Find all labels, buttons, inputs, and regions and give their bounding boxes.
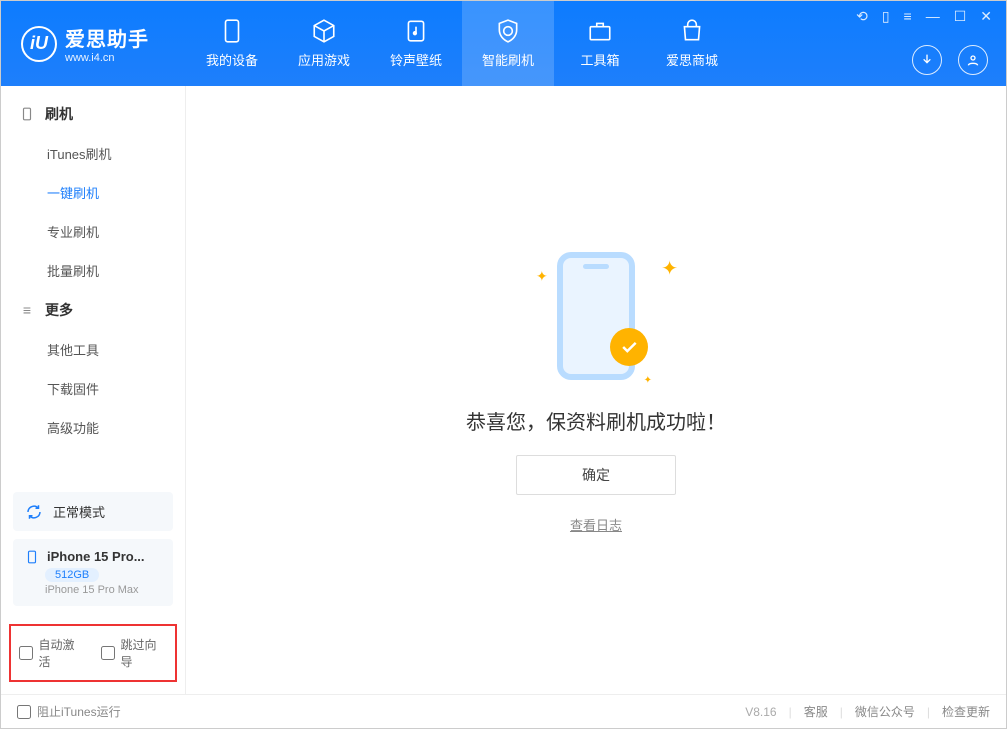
device-mode-status[interactable]: 正常模式 [13, 492, 173, 531]
sidebar-item-pro[interactable]: 专业刷机 [1, 212, 185, 251]
checkmark-badge-icon [610, 328, 648, 366]
bag-icon [679, 18, 705, 44]
app-logo: iU 爱思助手 www.i4.cn [1, 1, 186, 86]
nav-smart-flash[interactable]: 智能刷机 [462, 1, 554, 86]
close-icon[interactable]: ✕ [980, 8, 992, 25]
minimize-icon[interactable]: — [926, 8, 940, 24]
device-model: iPhone 15 Pro Max [45, 584, 161, 596]
feedback-icon[interactable]: ⟲ [856, 8, 868, 25]
more-icon: ≡ [19, 302, 35, 318]
device-icon [219, 18, 245, 44]
support-link[interactable]: 客服 [804, 703, 828, 720]
nav-ringtones[interactable]: 铃声壁纸 [370, 1, 462, 86]
version-label: V8.16 [745, 705, 776, 719]
sidebar-item-advanced[interactable]: 高级功能 [1, 408, 185, 447]
check-update-link[interactable]: 检查更新 [942, 703, 990, 720]
wechat-link[interactable]: 微信公众号 [855, 703, 915, 720]
sidebar-cat-more: ≡ 更多 [1, 290, 185, 330]
device-small-icon [25, 550, 39, 564]
app-url: www.i4.cn [65, 52, 149, 64]
view-log-link[interactable]: 查看日志 [570, 515, 622, 534]
sidebar-cat-flash: 刷机 [1, 94, 185, 134]
sidebar-item-onekey[interactable]: 一键刷机 [1, 173, 185, 212]
skip-wizard-checkbox[interactable]: 跳过向导 [101, 636, 167, 670]
user-button[interactable] [958, 45, 988, 75]
sidebar-item-download-fw[interactable]: 下载固件 [1, 369, 185, 408]
download-button[interactable] [912, 45, 942, 75]
briefcase-icon [587, 18, 613, 44]
device-card[interactable]: iPhone 15 Pro... 512GB iPhone 15 Pro Max [13, 539, 173, 606]
sparkle-icon: ✦ [661, 256, 678, 281]
sparkle-icon: ✦ [644, 375, 652, 386]
logo-icon: iU [21, 26, 57, 62]
sync-icon [25, 503, 43, 521]
maximize-icon[interactable]: ☐ [954, 8, 967, 25]
block-itunes-checkbox[interactable]: 阻止iTunes运行 [17, 703, 121, 720]
sidebar-item-other-tools[interactable]: 其他工具 [1, 330, 185, 369]
confirm-button[interactable]: 确定 [516, 455, 676, 495]
sidebar-item-batch[interactable]: 批量刷机 [1, 251, 185, 290]
cube-icon [311, 18, 337, 44]
phone-icon[interactable]: ▯ [882, 8, 890, 25]
shield-refresh-icon [495, 18, 521, 44]
app-name: 爱思助手 [65, 23, 149, 52]
music-icon [403, 18, 429, 44]
sparkle-icon: ✦ [536, 268, 548, 285]
nav-apps-games[interactable]: 应用游戏 [278, 1, 370, 86]
success-illustration: ✦ ✦ ✦ [526, 246, 666, 386]
sidebar-item-itunes[interactable]: iTunes刷机 [1, 134, 185, 173]
auto-activate-checkbox[interactable]: 自动激活 [19, 636, 85, 670]
highlighted-options: 自动激活 跳过向导 [9, 624, 177, 682]
nav-my-device[interactable]: 我的设备 [186, 1, 278, 86]
device-name: iPhone 15 Pro... [47, 549, 145, 564]
device-capacity-badge: 512GB [45, 568, 99, 582]
nav-store[interactable]: 爱思商城 [646, 1, 738, 86]
success-message: 恭喜您，保资料刷机成功啦！ [466, 406, 726, 435]
phone-small-icon [19, 106, 35, 122]
menu-icon[interactable]: ≡ [904, 8, 912, 24]
nav-toolbox[interactable]: 工具箱 [554, 1, 646, 86]
